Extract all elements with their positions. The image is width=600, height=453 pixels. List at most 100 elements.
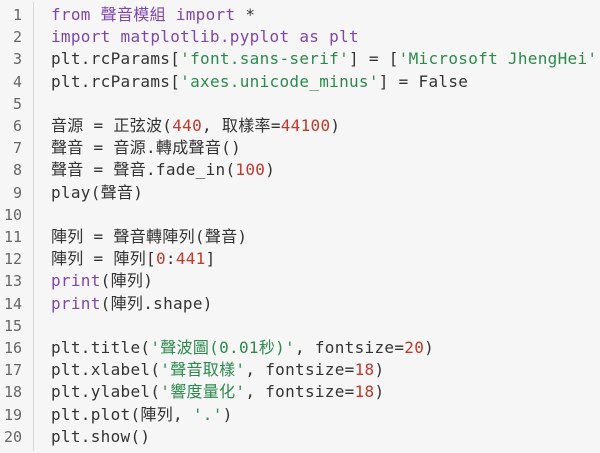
code-token: 'axes.unicode_minus' [180, 71, 379, 91]
code-text: 陣列 = 陣列[0:441] [51, 248, 216, 270]
code-token: , 取樣率= [202, 116, 281, 135]
code-token: plt.show() [51, 426, 151, 446]
code-line[interactable]: 8 聲音 = 聲音.fade_in(100) [0, 159, 275, 181]
code-token: : [165, 249, 176, 269]
code-text: plt.title('聲波圖(0.01秒)', fontsize=20) [51, 337, 434, 359]
code-line[interactable]: 7 聲音 = 音源.轉成聲音() [0, 137, 241, 159]
code-token: 44100 [280, 116, 331, 135]
line-number: 15 [3, 316, 22, 335]
code-line[interactable]: 16 plt.title('聲波圖(0.01秒)', fontsize=20) [0, 337, 434, 359]
code-token: 20 [404, 338, 425, 357]
line-number: 4 [12, 72, 22, 91]
code-line[interactable]: 11 陣列 = 聲音轉陣列(聲音) [0, 226, 247, 248]
code-line[interactable]: 3 plt.rcParams['font.sans-serif'] = ['Mic… [0, 48, 600, 70]
code-text: plt.xlabel('聲音取樣', fontsize=18) [51, 359, 384, 381]
line-number: 20 [3, 427, 22, 446]
code-line[interactable]: 20 plt.show() [0, 426, 150, 448]
code-token: ) [265, 160, 276, 180]
code-token: 聲音模組 [100, 5, 166, 24]
code-token: ) [424, 338, 435, 357]
code-line[interactable]: 17 plt.xlabel('聲音取樣', fontsize=18) [0, 359, 384, 381]
line-number: 9 [12, 183, 22, 202]
line-number: 19 [3, 405, 22, 424]
code-text: 聲音 = 聲音.fade_in(100) [51, 159, 275, 181]
line-number: 8 [12, 161, 22, 180]
code-token: plt.ylabel( [51, 382, 161, 402]
code-token: matplotlib.pyplot [110, 27, 300, 47]
line-number: 2 [12, 28, 22, 47]
line-number: 14 [3, 294, 22, 313]
code-token: import [175, 5, 236, 24]
code-line[interactable]: 10 [0, 204, 51, 226]
code-token: play(聲音) [51, 182, 144, 202]
code-token: '聲波圖(0.01秒)' [150, 338, 295, 357]
code-token: 聲音 = 音源.轉成聲音() [51, 138, 241, 158]
code-token: ] = False [378, 71, 469, 91]
code-token: plt.rcParams[ [51, 71, 181, 91]
code-token: 'Microsoft JhengHei' [398, 49, 598, 69]
code-token: import [51, 27, 111, 47]
code-text: plt.show() [51, 426, 150, 448]
code-text: plt.ylabel('響度量化', fontsize=18) [51, 381, 384, 403]
line-number: 17 [3, 361, 22, 380]
code-token: * [235, 5, 256, 24]
code-text: 音源 = 正弦波(440, 取樣率=44100) [51, 115, 340, 137]
code-token: from [51, 5, 91, 24]
code-line[interactable]: 6 音源 = 正弦波(440, 取樣率=44100) [0, 115, 340, 137]
code-line[interactable]: 9 play(聲音) [0, 182, 143, 204]
code-text: plt.rcParams['font.sans-serif'] = ['Micr… [51, 48, 600, 70]
code-token: ] = [ [349, 49, 399, 69]
code-token: 音源 = 正弦波( [51, 116, 173, 135]
code-line[interactable]: 4 plt.rcParams['axes.unicode_minus'] = Fa… [0, 71, 468, 93]
line-number: 5 [12, 94, 22, 113]
code-token: plt.rcParams[ [51, 49, 181, 69]
code-line[interactable]: 15 [0, 315, 51, 337]
code-token: , fontsize= [295, 338, 405, 357]
code-line[interactable]: 2 import matplotlib.pyplot as plt [0, 26, 359, 48]
code-token: ] [205, 249, 216, 269]
code-token: '聲音取樣' [160, 360, 246, 380]
code-text: 陣列 = 聲音轉陣列(聲音) [51, 226, 247, 248]
code-text: print(陣列.shape) [51, 293, 213, 315]
code-token: 100 [235, 160, 266, 180]
code-line[interactable]: 13 print(陣列) [0, 270, 153, 292]
code-line[interactable]: 5 [0, 93, 51, 115]
code-token: 聲音 = 聲音.fade_in( [51, 160, 236, 180]
code-token: 陣列 = 陣列[ [51, 249, 156, 269]
code-token: plt.xlabel( [51, 360, 161, 380]
line-number: 12 [3, 250, 22, 269]
code-text: print(陣列) [51, 270, 153, 292]
line-number: 18 [3, 383, 22, 402]
code-text: 聲音 = 音源.轉成聲音() [51, 137, 241, 159]
code-token: '.' [192, 404, 223, 424]
code-line[interactable]: 1 from 聲音模組 import * [0, 4, 255, 26]
code-line[interactable]: 12 陣列 = 陣列[0:441] [0, 248, 216, 270]
code-token: plt.title( [51, 338, 151, 357]
code-token: ) [374, 360, 385, 380]
code-token: , fontsize= [245, 382, 355, 402]
code-line[interactable]: 14 print(陣列.shape) [0, 293, 213, 315]
code-token: (陣列) [100, 271, 154, 291]
code-token: print [51, 293, 101, 313]
line-number: 11 [3, 228, 22, 246]
code-line[interactable]: 19 plt.plot(陣列, '.') [0, 404, 233, 426]
code-editor[interactable]: 1 from 聲音模組 import * 2 import matplotlib.py… [0, 0, 600, 453]
code-line[interactable]: 18 plt.ylabel('響度量化', fontsize=18) [0, 381, 384, 403]
code-token: , fontsize= [245, 360, 355, 380]
line-number: 3 [12, 50, 22, 69]
line-number: 10 [3, 205, 22, 224]
line-number: 7 [12, 139, 22, 158]
code-token: 0 [155, 249, 166, 269]
code-token: as [299, 27, 320, 47]
code-token: 441 [175, 249, 206, 269]
line-number: 6 [12, 117, 22, 135]
code-token: 陣列 = 聲音轉陣列(聲音) [51, 227, 248, 246]
code-token: 18 [354, 360, 375, 380]
code-token: ) [374, 382, 385, 402]
code-token: print [51, 271, 101, 291]
line-number: 16 [3, 339, 22, 357]
code-token: plt [319, 27, 359, 47]
code-token: 18 [354, 382, 375, 402]
